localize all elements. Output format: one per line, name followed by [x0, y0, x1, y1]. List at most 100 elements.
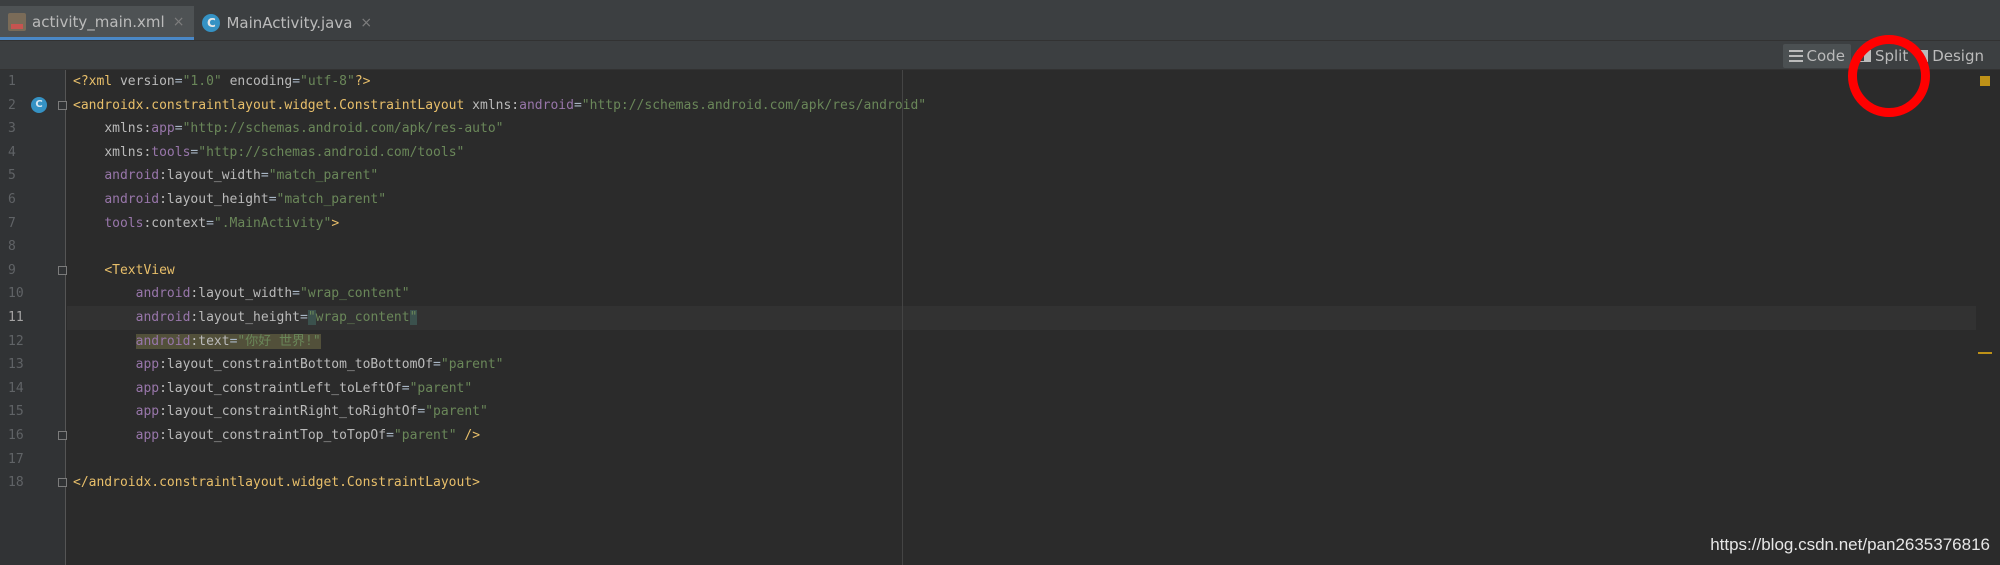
gutter-row: 18 [0, 471, 67, 495]
editor-mode-bar: Code Split Design [0, 41, 2000, 70]
gutter-row: 11 [0, 306, 66, 330]
fold-marker-icon[interactable] [58, 100, 67, 110]
gutter-row: 3 [0, 117, 66, 141]
attr-value: ".MainActivity" [213, 215, 332, 231]
error-stripe[interactable] [1976, 70, 2000, 565]
related-class-icon[interactable]: C [31, 96, 47, 113]
code-line-12: android:text="你好 世界!" [67, 330, 1987, 354]
xml-decl-close: ?> [354, 74, 371, 89]
line-number: 5 [8, 168, 16, 184]
line-number: 3 [8, 121, 16, 137]
line-number: 17 [8, 451, 24, 467]
gutter-row: 7 [0, 212, 66, 236]
attr-name: xmlns: [472, 97, 520, 113]
close-icon[interactable]: × [173, 14, 185, 30]
attr-name: :layout_constraintLeft_toLeftOf [159, 380, 402, 396]
attr-value: "parent" [393, 428, 457, 443]
namespace: app [135, 428, 160, 443]
code-line-16: app:layout_constraintTop_toTopOf="parent… [67, 424, 1987, 448]
split-view-icon [1856, 50, 1871, 62]
namespace: android [104, 168, 160, 184]
attr-name: :layout_width [190, 286, 293, 302]
gutter-row: 2 C [0, 94, 67, 118]
tag-name: <androidx.constraintlayout.widget.Constr… [73, 97, 465, 113]
code-line-3: xmlns:app="http://schemas.android.com/ap… [67, 117, 1987, 141]
code-line-11: android:layout_height="wrap_content" [67, 306, 1987, 330]
attr-name: :layout_constraintBottom_toBottomOf [159, 357, 434, 373]
gutter-row: 1 [0, 70, 66, 94]
attr-name: :layout_constraintRight_toRightOf [159, 404, 418, 420]
attr-value: "http://schemas.android.com/apk/res-auto… [182, 121, 504, 137]
closing-tag: </androidx.constraintlayout.widget.Const… [73, 475, 480, 491]
line-number: 15 [8, 404, 24, 420]
tab-main-activity-java[interactable]: C MainActivity.java × [194, 6, 382, 40]
gutter-row: 8 [0, 235, 66, 259]
code-line-4: xmlns:tools="http://schemas.android.com/… [67, 141, 1987, 165]
attr-name: :layout_width [159, 168, 261, 184]
design-view-icon [1920, 50, 1929, 62]
attr-value: "utf-8" [300, 74, 355, 89]
attr-value: "match_parent" [276, 192, 387, 207]
tab-activity-main-xml[interactable]: activity_main.xml × [0, 6, 195, 40]
fold-marker-icon[interactable] [58, 478, 67, 488]
line-number-gutter[interactable]: 1 2 C 3 4 5 6 7 8 9 10 11 12 13 14 15 16… [0, 70, 67, 565]
namespace: android [135, 333, 191, 349]
gutter-row: 15 [0, 400, 66, 424]
close-icon[interactable]: × [360, 15, 372, 31]
equals: = [292, 74, 301, 89]
code-mode-button[interactable]: Code [1782, 44, 1851, 68]
code-lines-icon [1788, 50, 1803, 62]
xml-file-icon [8, 12, 26, 31]
namespace: app [135, 404, 160, 420]
code-line-6: android:layout_height="match_parent" [67, 188, 1987, 212]
code-line-15: app:layout_constraintRight_toRightOf="pa… [67, 400, 1987, 424]
line-number: 13 [8, 357, 24, 373]
code-mode-label: Code [1806, 47, 1845, 65]
fold-marker-icon[interactable] [58, 431, 67, 440]
code-editor[interactable]: <?xml version="1.0" encoding="utf-8"?> <… [67, 70, 1987, 565]
code-line-18: </androidx.constraintlayout.widget.Const… [67, 471, 1987, 495]
equals: = [300, 310, 308, 325]
gutter-row: 6 [0, 188, 66, 212]
attr-value: "http://schemas.android.com/tools" [198, 144, 465, 160]
attr-value: "1.0" [182, 74, 222, 89]
line-number: 7 [8, 215, 16, 231]
code-line-5: android:layout_width="match_parent" [67, 164, 1987, 188]
code-line-2: <androidx.constraintlayout.widget.Constr… [67, 94, 1987, 118]
gutter-row: 9 [0, 259, 67, 283]
code-line-7: tools:context=".MainActivity"> [67, 212, 1987, 236]
namespace: tools [104, 215, 144, 231]
attr-value: "parent" [409, 380, 473, 396]
view-mode-toggle: Code Split Design [1782, 44, 1990, 68]
attr-name: :text [190, 333, 230, 349]
equals: = [174, 121, 183, 137]
tab-label: MainActivity.java [226, 14, 353, 32]
attr-name: version [119, 74, 175, 89]
warning-marker-icon[interactable] [1980, 76, 1990, 86]
warning-line-marker[interactable] [1978, 352, 1992, 354]
equals: = [433, 357, 441, 373]
design-mode-button[interactable]: Design [1914, 44, 1990, 68]
equals: = [206, 215, 214, 231]
android-studio-editor: activity_main.xml × C MainActivity.java … [0, 0, 2000, 565]
gutter-row: 5 [0, 164, 66, 188]
equals: = [573, 97, 582, 113]
right-margin-guide [902, 70, 903, 565]
line-number: 10 [8, 286, 24, 302]
fold-marker-icon[interactable] [58, 265, 67, 275]
split-mode-button[interactable]: Split [1851, 44, 1914, 68]
line-number: 16 [8, 428, 24, 443]
attr-value: "parent" [425, 404, 488, 420]
attr-name: :layout_constraintTop_toTopOf [159, 428, 387, 443]
quote-open: " [307, 310, 316, 325]
